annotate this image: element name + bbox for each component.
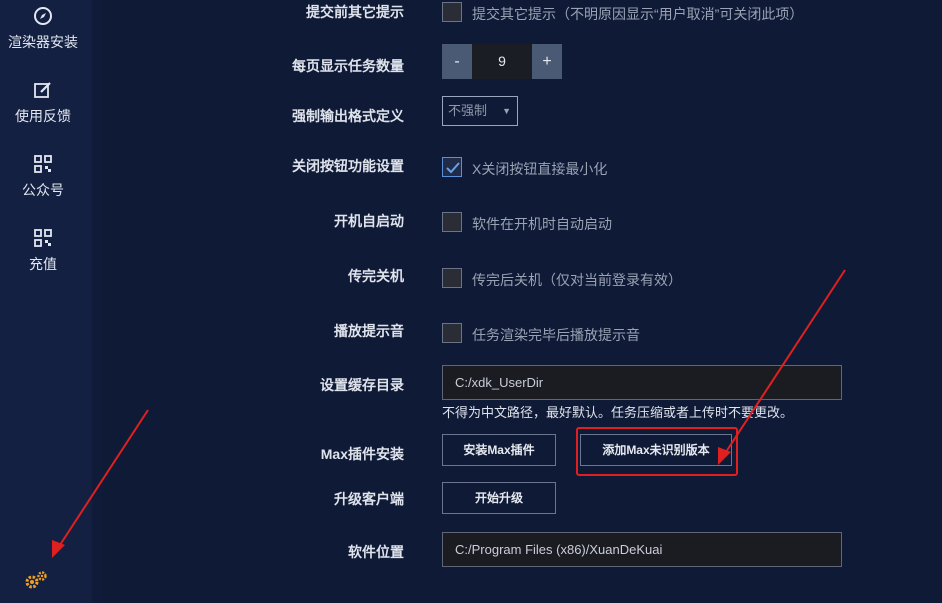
close-button-checkbox[interactable] (442, 157, 462, 177)
annotation-highlight-box (576, 427, 738, 476)
per-page-label: 每页显示任务数量 (292, 58, 404, 74)
submit-tip-option: 提交其它提示（不明原因显示“用户取消”可关闭此项） (472, 6, 804, 22)
location-label: 软件位置 (348, 544, 404, 560)
sidebar-divider (92, 0, 102, 603)
autostart-option: 软件在开机时自动启动 (472, 216, 612, 232)
qrcode-icon (34, 229, 52, 247)
software-location-input[interactable]: C:/Program Files (x86)/XuanDeKuai (442, 532, 842, 567)
force-format-label: 强制输出格式定义 (292, 108, 404, 124)
per-page-value[interactable]: 9 (472, 44, 532, 79)
caret-down-icon: ▼ (502, 106, 511, 116)
cache-dir-input[interactable]: C:/xdk_UserDir (442, 365, 842, 400)
sidebar-item-feedback[interactable]: 使用反馈 (0, 80, 86, 126)
settings-panel: 提交前其它提示 提交其它提示（不明原因显示“用户取消”可关闭此项） 每页显示任务… (102, 0, 942, 603)
compass-icon (34, 7, 52, 25)
sidebar-item-label: 充值 (29, 256, 57, 272)
start-upgrade-button[interactable]: 开始升级 (442, 482, 556, 514)
shutdown-option: 传完后关机（仅对当前登录有效） (472, 272, 682, 288)
max-plugin-label: Max插件安装 (320, 446, 404, 462)
close-button-label: 关闭按钮功能设置 (292, 158, 404, 174)
sidebar-item-label: 使用反馈 (15, 108, 71, 124)
shutdown-checkbox[interactable] (442, 268, 462, 288)
edit-icon (34, 82, 51, 98)
sidebar-item-label: 渲染器安装 (8, 34, 78, 50)
sidebar-item-renderer-install[interactable]: 渲染器安装 (0, 6, 86, 52)
force-format-select[interactable]: 不强制 ▼ (442, 96, 518, 126)
sidebar-item-recharge[interactable]: 充值 (0, 228, 86, 274)
decrement-button[interactable]: - (442, 44, 472, 79)
sidebar-item-label: 公众号 (22, 182, 64, 198)
submit-tip-checkbox[interactable] (442, 2, 462, 22)
submit-tip-label: 提交前其它提示 (306, 4, 404, 20)
force-format-selected: 不强制 (448, 103, 488, 118)
close-button-option: X关闭按钮直接最小化 (472, 161, 608, 177)
checkmark-icon (446, 162, 460, 174)
per-page-stepper: - 9 + (442, 44, 562, 79)
cache-dir-hint: 不得为中文路径，最好默认。任务压缩或者上传时不要更改。 (442, 405, 794, 420)
sound-option: 任务渲染完毕后播放提示音 (472, 327, 640, 343)
shutdown-label: 传完关机 (348, 268, 404, 284)
sound-checkbox[interactable] (442, 323, 462, 343)
sidebar-item-wechat[interactable]: 公众号 (0, 154, 86, 200)
gear-icon[interactable] (24, 568, 48, 592)
qrcode-icon (34, 155, 52, 173)
upgrade-label: 升级客户端 (334, 491, 404, 507)
autostart-checkbox[interactable] (442, 212, 462, 232)
sound-label: 播放提示音 (334, 323, 404, 339)
sidebar: 渲染器安装 使用反馈 公众号 充值 (0, 0, 92, 603)
increment-button[interactable]: + (532, 44, 562, 79)
autostart-label: 开机自启动 (334, 213, 404, 229)
install-max-plugin-button[interactable]: 安装Max插件 (442, 434, 556, 466)
cache-dir-label: 设置缓存目录 (320, 377, 404, 393)
